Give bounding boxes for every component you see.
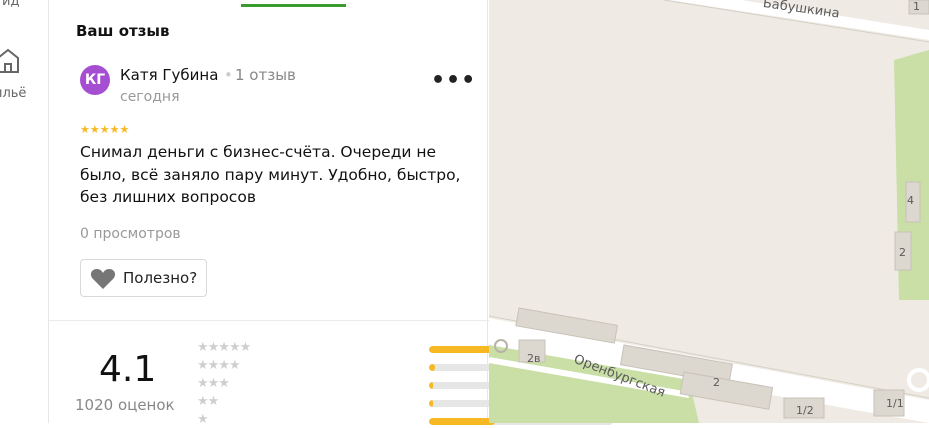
house-number: 4: [907, 194, 914, 207]
house-number: 1: [913, 0, 920, 13]
view-count: 0 просмотров: [80, 226, 181, 242]
review-panel: Ваш отзыв КГ Катя Губина • 1 отзыв сегод…: [48, 0, 613, 427]
avatar[interactable]: КГ: [80, 65, 110, 95]
distribution-bar-fill: [429, 400, 433, 407]
distribution-stars: ★★★: [197, 376, 230, 391]
active-tab-indicator: [241, 4, 346, 7]
distribution-stars: ★★★★★: [197, 340, 251, 355]
author-review-count[interactable]: 1 отзыв: [235, 66, 296, 84]
more-options-icon[interactable]: •••: [431, 68, 476, 93]
section-divider: [49, 320, 489, 321]
heart-icon: [90, 268, 116, 294]
house-number: 2: [899, 246, 906, 259]
useful-button[interactable]: Полезно?: [80, 259, 207, 297]
distribution-bar-fill: [429, 364, 435, 371]
distribution-stars: ★★★★: [197, 358, 241, 373]
rail-item-label-housing[interactable]: ильё: [0, 86, 26, 101]
map-canvas[interactable]: [489, 0, 929, 423]
distribution-bar-fill: [429, 382, 433, 389]
rail-item-label-top[interactable]: ид: [2, 0, 19, 9]
review-text: Снимал деньги с бизнес-счёта. Очереди не…: [80, 143, 461, 206]
separator-dot: •: [224, 66, 233, 84]
house-number: 1/1: [886, 397, 904, 410]
house-icon[interactable]: [0, 44, 24, 82]
average-rating: 4.1: [99, 349, 157, 390]
left-rail: ид ильё: [0, 0, 48, 423]
useful-button-label: Полезно?: [123, 269, 198, 287]
review-rating-stars: ★★★★★: [80, 123, 130, 136]
distribution-bar-fill: [429, 418, 496, 425]
house-number: 2: [713, 376, 720, 389]
house-number: 1/2: [796, 404, 814, 417]
review-date: сегодня: [120, 89, 180, 105]
distribution-stars: ★★: [197, 394, 219, 409]
map-view[interactable]: Бабушкина Оренбургская 2в 2 1/2 1/1 4 2 …: [489, 0, 929, 423]
section-title: Ваш отзыв: [76, 22, 170, 40]
house-number: 2в: [527, 352, 541, 365]
rating-count: 1020 оценок: [75, 396, 175, 414]
author-name[interactable]: Катя Губина: [120, 66, 218, 84]
distribution-stars: ★: [197, 412, 209, 427]
